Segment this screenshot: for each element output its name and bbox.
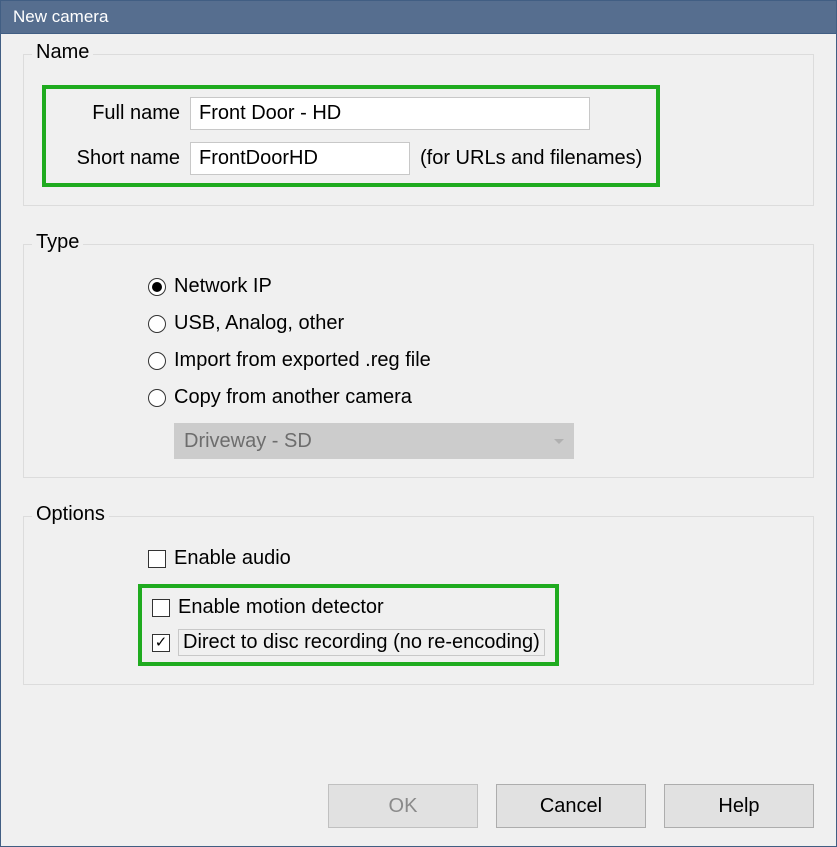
checkbox-motion[interactable]: [152, 599, 170, 617]
checkbox-audio-label: Enable audio: [174, 547, 291, 570]
checkbox-direct-label: Direct to disc recording (no re-encoding…: [178, 629, 545, 656]
radio-copy-label: Copy from another camera: [174, 386, 412, 409]
radio-row-import[interactable]: Import from exported .reg file: [148, 349, 795, 372]
radio-usb[interactable]: [148, 315, 166, 333]
help-button[interactable]: Help: [664, 784, 814, 828]
window-title: New camera: [13, 7, 108, 26]
row-fullname: Full name: [60, 97, 642, 130]
group-type-legend: Type: [32, 231, 83, 254]
radio-row-usb[interactable]: USB, Analog, other: [148, 312, 795, 335]
radio-import[interactable]: [148, 352, 166, 370]
cancel-button[interactable]: Cancel: [496, 784, 646, 828]
group-options-legend: Options: [32, 503, 109, 526]
radio-import-label: Import from exported .reg file: [174, 349, 431, 372]
dialog-window: New camera Name Full name Short name (fo…: [0, 0, 837, 847]
shortname-hint: (for URLs and filenames): [420, 147, 642, 170]
name-highlight: Full name Short name (for URLs and filen…: [42, 85, 660, 187]
group-options: Options Enable audio Enable motion detec…: [23, 516, 814, 685]
check-row-motion[interactable]: Enable motion detector: [152, 596, 545, 619]
fullname-input[interactable]: [190, 97, 590, 130]
radio-row-copy[interactable]: Copy from another camera: [148, 386, 795, 409]
fullname-label: Full name: [60, 102, 180, 125]
shortname-label: Short name: [60, 147, 180, 170]
check-row-audio[interactable]: Enable audio: [148, 547, 795, 570]
titlebar[interactable]: New camera: [1, 1, 836, 34]
radio-network-label: Network IP: [174, 275, 272, 298]
group-name-legend: Name: [32, 41, 93, 64]
cancel-button-label: Cancel: [540, 795, 602, 818]
client-area: Name Full name Short name (for URLs and …: [1, 34, 836, 846]
copy-source-combo: Driveway - SD: [174, 423, 574, 459]
group-name: Name Full name Short name (for URLs and …: [23, 54, 814, 206]
shortname-input[interactable]: [190, 142, 410, 175]
check-row-direct[interactable]: Direct to disc recording (no re-encoding…: [152, 629, 545, 656]
button-row: OK Cancel Help: [23, 784, 814, 828]
options-highlight: Enable motion detector Direct to disc re…: [138, 584, 559, 666]
row-shortname: Short name (for URLs and filenames): [60, 142, 642, 175]
chevron-down-icon: [554, 439, 564, 444]
help-button-label: Help: [718, 795, 759, 818]
radio-row-network[interactable]: Network IP: [148, 275, 795, 298]
radio-copy[interactable]: [148, 389, 166, 407]
radio-usb-label: USB, Analog, other: [174, 312, 344, 335]
checkbox-motion-label: Enable motion detector: [178, 596, 384, 619]
ok-button-label: OK: [389, 795, 418, 818]
ok-button[interactable]: OK: [328, 784, 478, 828]
copy-source-value: Driveway - SD: [184, 430, 312, 453]
radio-network[interactable]: [148, 278, 166, 296]
checkbox-audio[interactable]: [148, 550, 166, 568]
checkbox-direct[interactable]: [152, 634, 170, 652]
group-type: Type Network IP USB, Analog, other Impor…: [23, 244, 814, 478]
